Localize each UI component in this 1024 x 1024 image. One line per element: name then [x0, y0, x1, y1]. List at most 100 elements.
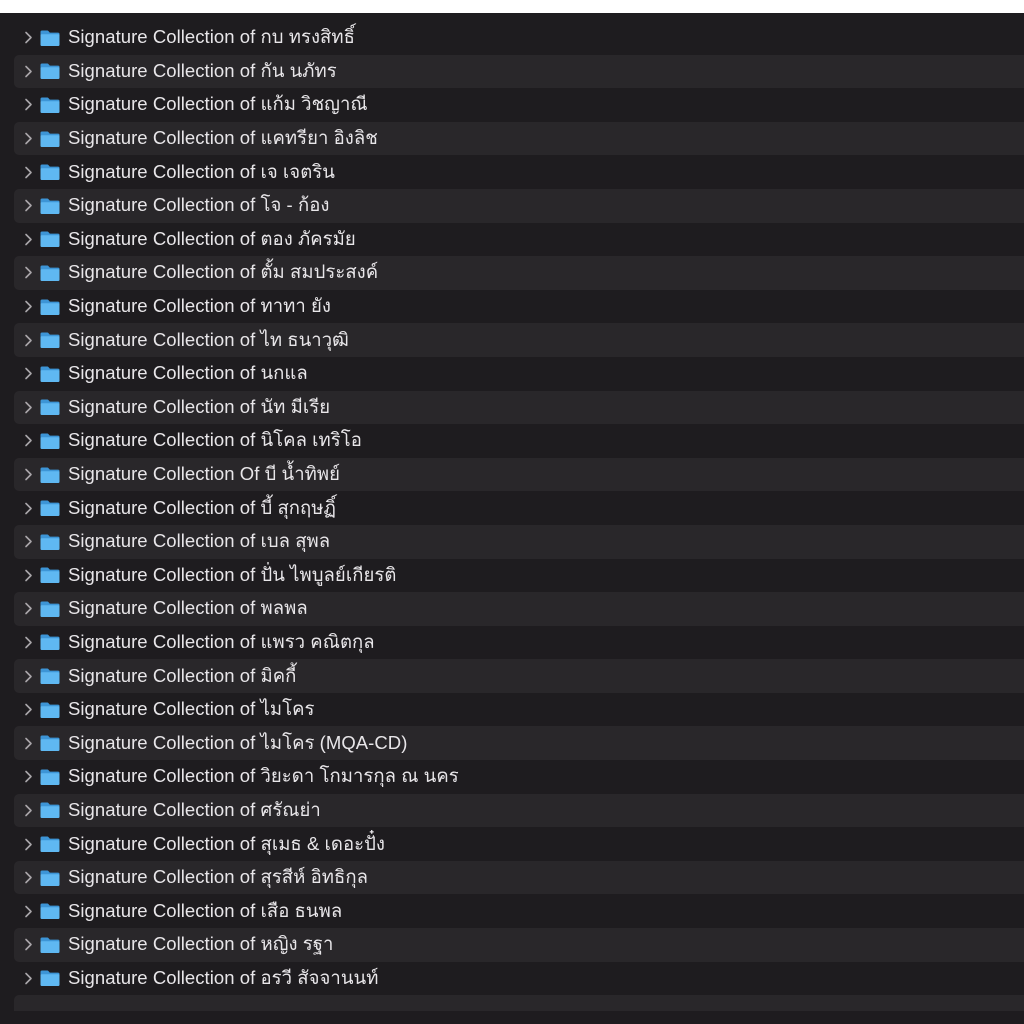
- folder-row[interactable]: Signature Collection of เบล สุพล: [14, 524, 1024, 559]
- folder-row[interactable]: Signature Collection of นัท มีเรีย: [14, 390, 1024, 425]
- chevron-right-icon[interactable]: [20, 535, 36, 548]
- chevron-right-icon[interactable]: [20, 804, 36, 817]
- chevron-right-icon[interactable]: [20, 703, 36, 716]
- chevron-right-icon[interactable]: [20, 31, 36, 44]
- folder-row[interactable]: Signature Collection of มิคกี้: [14, 659, 1024, 693]
- list-stripe-tail: [14, 995, 1024, 1012]
- chevron-right-icon[interactable]: [20, 602, 36, 615]
- folder-row[interactable]: Signature Collection of แคทรียา อิงลิช: [14, 121, 1024, 156]
- folder-row[interactable]: Signature Collection of แก้ม วิชญาณี: [14, 88, 1024, 122]
- folder-row[interactable]: Signature Collection of บี้ สุกฤษฏิ์: [14, 491, 1024, 525]
- window-top-edge: [0, 0, 1024, 13]
- chevron-right-icon[interactable]: [20, 468, 36, 481]
- folder-row[interactable]: Signature Collection of กบ ทรงสิทธิ์: [14, 21, 1024, 55]
- chevron-right-icon[interactable]: [20, 905, 36, 918]
- folder-name: Signature Collection of สุรสีห์ อิทธิกุล: [68, 866, 368, 888]
- folder-row[interactable]: Signature Collection of วิยะดา โกมารกุล …: [14, 760, 1024, 794]
- folder-row[interactable]: Signature Collection Of บี น้ำทิพย์: [14, 457, 1024, 492]
- folder-row[interactable]: Signature Collection of พลพล: [14, 592, 1024, 626]
- chevron-right-icon[interactable]: [20, 65, 36, 78]
- folder-icon: [39, 968, 63, 988]
- chevron-right-icon[interactable]: [20, 569, 36, 582]
- folder-row[interactable]: Signature Collection of ตั้ม สมประสงค์: [14, 256, 1024, 290]
- folder-name: Signature Collection of แคทรียา อิงลิช: [68, 127, 378, 149]
- folder-row[interactable]: Signature Collection of แพรว คณิตกุล: [14, 626, 1024, 660]
- folder-icon: [39, 901, 63, 921]
- chevron-right-icon[interactable]: [20, 401, 36, 414]
- chevron-right-icon[interactable]: [20, 300, 36, 313]
- chevron-right-icon[interactable]: [20, 434, 36, 447]
- folder-icon: [39, 263, 63, 283]
- folder-row[interactable]: Signature Collection of โจ - ก้อง: [14, 188, 1024, 223]
- folder-list: Signature Collection of กบ ทรงสิทธิ์ Sig…: [14, 21, 1024, 1012]
- folder-row[interactable]: Signature Collection of ศรัณย่า: [14, 793, 1024, 828]
- folder-name: Signature Collection of วิยะดา โกมารกุล …: [68, 765, 459, 787]
- folder-name: Signature Collection of นกแล: [68, 362, 308, 384]
- folder-name: Signature Collection of ศรัณย่า: [68, 798, 321, 820]
- folder-icon: [39, 565, 63, 585]
- folder-icon: [39, 61, 63, 81]
- folder-icon: [39, 666, 63, 686]
- folder-icon: [39, 834, 63, 854]
- chevron-right-icon[interactable]: [20, 972, 36, 985]
- chevron-right-icon[interactable]: [20, 233, 36, 246]
- folder-name: Signature Collection of มิคกี้: [68, 664, 297, 686]
- folder-name: Signature Collection of เบล สุพล: [68, 530, 331, 552]
- folder-name: Signature Collection of ตอง ภัครมัย: [68, 227, 356, 249]
- folder-icon: [39, 229, 63, 249]
- folder-icon: [39, 330, 63, 350]
- chevron-right-icon[interactable]: [20, 636, 36, 649]
- chevron-right-icon[interactable]: [20, 838, 36, 851]
- folder-name: Signature Collection of ตั้ม สมประสงค์: [68, 261, 379, 283]
- folder-name: Signature Collection of อรวี สัจจานนท์: [68, 966, 379, 988]
- folder-name: Signature Collection of แพรว คณิตกุล: [68, 630, 375, 652]
- folder-name: Signature Collection of เจ เจตริน: [68, 160, 335, 182]
- chevron-right-icon[interactable]: [20, 132, 36, 145]
- folder-row[interactable]: Signature Collection of ตอง ภัครมัย: [14, 223, 1024, 257]
- folder-name: Signature Collection of โจ - ก้อง: [68, 194, 330, 216]
- folder-row[interactable]: Signature Collection of นกแล: [14, 357, 1024, 391]
- folder-name: Signature Collection of ปั่น ไพบูลย์เกีย…: [68, 563, 397, 585]
- folder-row[interactable]: Signature Collection of ไมโคร: [14, 693, 1024, 727]
- chevron-right-icon[interactable]: [20, 266, 36, 279]
- chevron-right-icon[interactable]: [20, 871, 36, 884]
- folder-row[interactable]: Signature Collection of เจ เจตริน: [14, 155, 1024, 189]
- folder-icon: [39, 935, 63, 955]
- folder-icon: [39, 465, 63, 485]
- folder-name: Signature Collection of นัท มีเรีย: [68, 395, 331, 417]
- folder-row[interactable]: Signature Collection of อรวี สัจจานนท์: [14, 962, 1024, 996]
- folder-row[interactable]: Signature Collection of หญิง รฐา: [14, 928, 1024, 962]
- folder-row[interactable]: Signature Collection of นิโคล เทริโอ: [14, 424, 1024, 458]
- chevron-right-icon[interactable]: [20, 334, 36, 347]
- folder-row[interactable]: Signature Collection of สุเมธ & เดอะปั๋ง: [14, 827, 1024, 861]
- chevron-right-icon[interactable]: [20, 737, 36, 750]
- chevron-right-icon[interactable]: [20, 670, 36, 683]
- folder-row[interactable]: Signature Collection of ปั่น ไพบูลย์เกีย…: [14, 559, 1024, 593]
- folder-name: Signature Collection of ไท ธนาวุฒิ: [68, 328, 349, 350]
- folder-row[interactable]: Signature Collection of กัน นภัทร: [14, 54, 1024, 89]
- folder-name: Signature Collection of พลพล: [68, 597, 308, 619]
- chevron-right-icon[interactable]: [20, 166, 36, 179]
- folder-icon: [39, 129, 63, 149]
- folder-icon: [39, 162, 63, 182]
- folder-row[interactable]: Signature Collection of ไมโคร (MQA-CD): [14, 726, 1024, 761]
- chevron-right-icon[interactable]: [20, 367, 36, 380]
- chevron-right-icon[interactable]: [20, 199, 36, 212]
- folder-icon: [39, 28, 63, 48]
- chevron-right-icon[interactable]: [20, 938, 36, 951]
- folder-name: Signature Collection Of บี น้ำทิพย์: [68, 463, 341, 485]
- chevron-right-icon[interactable]: [20, 502, 36, 515]
- folder-icon: [39, 498, 63, 518]
- folder-name: Signature Collection of กัน นภัทร: [68, 59, 337, 81]
- folder-name: Signature Collection of ไมโคร (MQA-CD): [68, 731, 408, 753]
- folder-row[interactable]: Signature Collection of ทาทา ยัง: [14, 290, 1024, 324]
- folder-row[interactable]: Signature Collection of เสือ ธนพล: [14, 894, 1024, 928]
- folder-name: Signature Collection of ไมโคร: [68, 698, 315, 720]
- folder-row[interactable]: Signature Collection of สุรสีห์ อิทธิกุล: [14, 860, 1024, 895]
- folder-row[interactable]: Signature Collection of ไท ธนาวุฒิ: [14, 323, 1024, 357]
- folder-icon: [39, 431, 63, 451]
- folder-icon: [39, 800, 63, 820]
- folder-icon: [39, 733, 63, 753]
- chevron-right-icon[interactable]: [20, 98, 36, 111]
- chevron-right-icon[interactable]: [20, 770, 36, 783]
